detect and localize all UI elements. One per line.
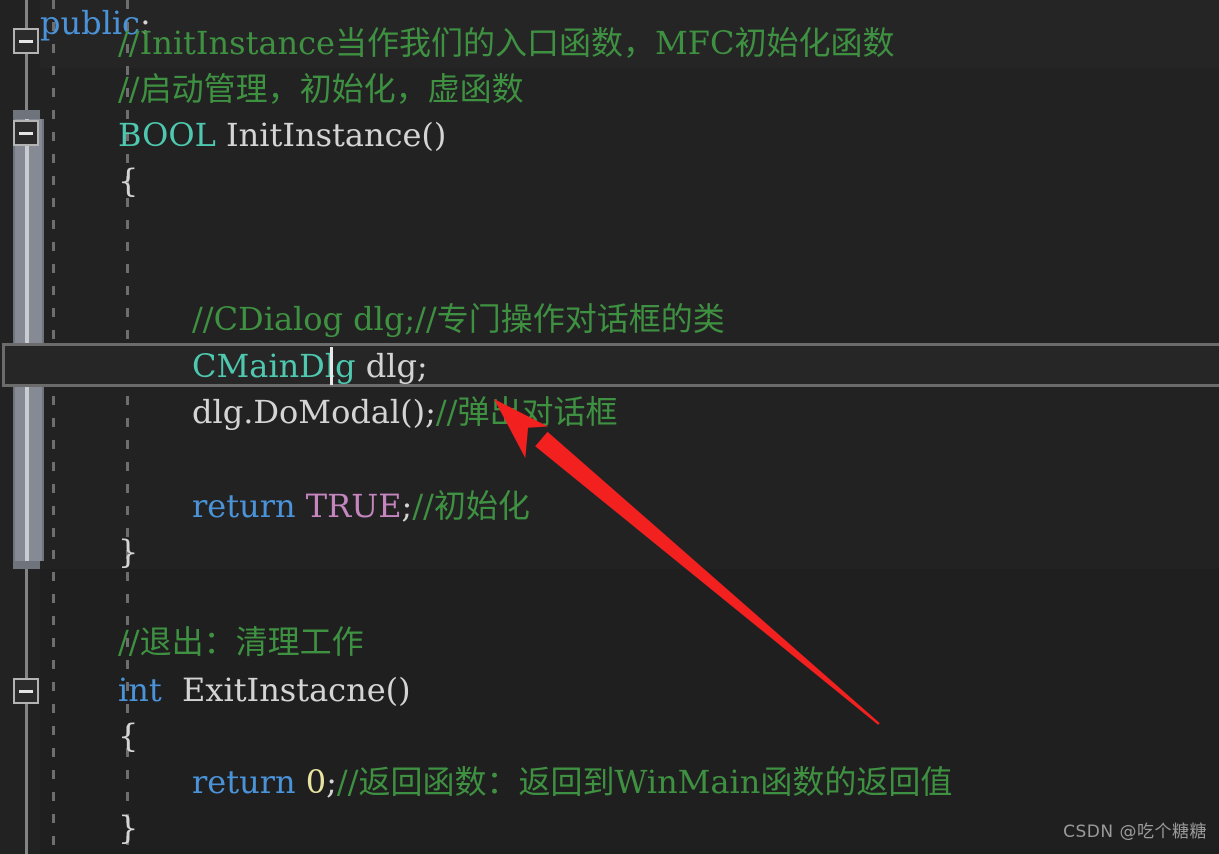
code-token: 初始化 — [433, 487, 530, 525]
code-token: 函数的返回值 — [760, 763, 953, 801]
code-token: ExitInstacne() — [161, 671, 411, 709]
code-line-content: int ExitInstacne() — [118, 671, 411, 709]
fold-cap-mark — [13, 560, 40, 569]
code-line[interactable]: //InitInstance当作我们的入口函数，MFC初始化函数 — [40, 20, 1219, 66]
code-token: //InitInstance — [118, 24, 335, 62]
code-line[interactable]: //CDialog dlg;//专门操作对话框的类 — [40, 296, 1219, 342]
code-token: // — [435, 393, 458, 431]
code-token: WinMain — [614, 763, 761, 801]
fold-connector-line — [25, 0, 28, 28]
code-line-content: //启动管理，初始化，虚函数 — [118, 70, 524, 108]
code-line[interactable]: return TRUE;//初始化 — [40, 483, 1219, 529]
fold-connector-line — [25, 704, 28, 854]
code-token: { — [118, 162, 139, 200]
code-token: return — [192, 763, 296, 801]
code-line[interactable]: BOOL InitInstance() — [40, 112, 1219, 158]
code-line[interactable]: dlg.DoModal();//弹出对话框 — [40, 389, 1219, 435]
code-token: dlg.DoModal(); — [192, 393, 436, 431]
code-token: } — [118, 809, 139, 847]
code-token: 退出：清理工作 — [139, 623, 364, 661]
code-token: 0 — [305, 763, 327, 801]
code-token: TRUE — [305, 487, 402, 525]
code-editor-screenshot: public://InitInstance当作我们的入口函数，MFC初始化函数 /… — [0, 0, 1219, 854]
code-token: 返回函数：返回到 — [358, 763, 615, 801]
code-token: // — [412, 487, 434, 525]
code-token: // — [336, 763, 359, 801]
code-line[interactable]: } — [40, 805, 1219, 851]
fold-cap-mark — [13, 110, 40, 119]
code-token: 当作我们的入口函数， — [334, 24, 655, 62]
code-line-content: return TRUE;//初始化 — [192, 487, 530, 525]
code-line-content: BOOL InitInstance() — [118, 116, 446, 154]
code-line[interactable]: { — [40, 713, 1219, 759]
code-line-content: //退出：清理工作 — [118, 623, 364, 661]
code-line[interactable]: { — [40, 158, 1219, 204]
code-token: // — [118, 623, 140, 661]
fold-connector-line — [25, 54, 28, 111]
code-line-content: //CDialog dlg;//专门操作对话框的类 — [192, 300, 725, 338]
editor-gutter[interactable] — [0, 0, 44, 854]
code-line-content: { — [118, 162, 138, 200]
code-line-content: } — [118, 809, 138, 847]
fold-connector-line — [25, 560, 28, 680]
code-token: MFC — [655, 24, 735, 62]
code-token: { — [118, 717, 139, 755]
code-token: // — [118, 70, 140, 108]
fold-region-inner-line — [25, 119, 29, 561]
code-token: //CDialog dlg;// — [192, 300, 437, 338]
code-line-content: return 0;//返回函数：返回到WinMain函数的返回值 — [192, 763, 952, 801]
code-line[interactable]: //退出：清理工作 — [40, 619, 1219, 665]
code-token: 启动管理，初始化，虚函数 — [139, 70, 524, 108]
code-line-content: } — [118, 533, 138, 571]
code-token: 专门操作对话框的类 — [436, 300, 725, 338]
code-token: 初始化函数 — [734, 24, 895, 62]
code-token: InitInstance() — [215, 116, 447, 154]
code-token: } — [118, 533, 139, 571]
code-token: return — [192, 487, 296, 525]
code-line[interactable]: return 0;//返回函数：返回到WinMain函数的返回值 — [40, 759, 1219, 805]
fold-collapse-icon[interactable] — [13, 120, 39, 146]
code-line[interactable]: } — [40, 529, 1219, 575]
fold-collapse-icon[interactable] — [13, 28, 39, 54]
text-caret — [330, 347, 333, 385]
code-token: BOOL — [118, 116, 216, 154]
code-text-area[interactable]: public://InitInstance当作我们的入口函数，MFC初始化函数 /… — [40, 0, 1219, 854]
code-line-content: { — [118, 717, 138, 755]
code-line-content: CMainDlg dlg; — [192, 347, 428, 385]
code-token: ; — [326, 763, 337, 801]
code-token: 弹出对话框 — [457, 393, 618, 431]
code-line-content: //InitInstance当作我们的入口函数，MFC初始化函数 — [118, 24, 894, 62]
code-token: ; — [401, 487, 413, 525]
code-line[interactable]: int ExitInstacne() — [40, 667, 1219, 713]
code-line[interactable]: //启动管理，初始化，虚函数 — [40, 66, 1219, 112]
code-line[interactable]: CMainDlg dlg; — [40, 343, 1219, 389]
code-line-content: dlg.DoModal();//弹出对话框 — [192, 393, 617, 431]
code-token: dlg; — [355, 347, 428, 385]
fold-collapse-icon[interactable] — [13, 678, 39, 704]
code-token: int — [118, 671, 162, 709]
csdn-watermark: CSDN @吃个糖糖 — [1063, 822, 1207, 842]
